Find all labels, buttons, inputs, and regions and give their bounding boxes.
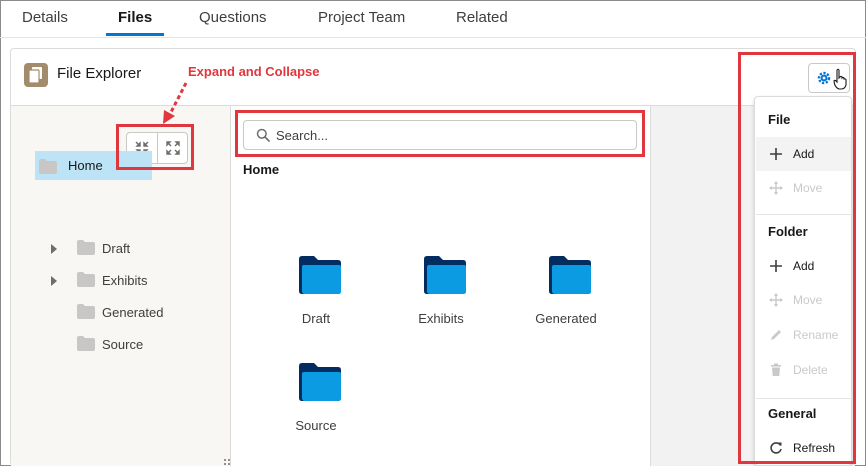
tree-item-exhibits[interactable]: Exhibits — [102, 273, 148, 288]
folder-tile-label: Draft — [301, 311, 331, 326]
folder-tile-label: Exhibits — [418, 311, 464, 326]
folder-icon — [77, 304, 95, 319]
folder-tile-label: Generated — [535, 311, 597, 326]
annotation-label: Expand and Collapse — [188, 64, 320, 79]
tab-questions[interactable]: Questions — [199, 9, 267, 26]
folder-tile-exhibits[interactable]: Exhibits — [391, 256, 491, 336]
tab-project-team[interactable]: Project Team — [318, 9, 405, 26]
tree-item-draft[interactable]: Draft — [102, 241, 130, 256]
folder-icon — [299, 363, 341, 401]
file-explorer-icon — [24, 63, 48, 87]
file-browser-panel: Home Draft Exhibits Generated — [231, 106, 651, 466]
annotation-highlight-menu — [738, 52, 856, 464]
folder-icon — [299, 256, 341, 294]
resize-handle-icon[interactable] — [223, 458, 231, 466]
folder-icon — [77, 336, 95, 351]
folder-tile-draft[interactable]: Draft — [266, 256, 366, 336]
expand-caret-icon[interactable] — [51, 276, 57, 286]
tab-bar: Details Files Questions Project Team Rel… — [0, 0, 866, 38]
tab-details[interactable]: Details — [22, 9, 68, 26]
annotation-highlight-expand-collapse — [116, 124, 194, 170]
annotation-arrow-icon — [163, 82, 188, 124]
folder-icon — [77, 272, 95, 287]
active-tab-indicator — [106, 33, 164, 36]
folder-icon — [549, 256, 591, 294]
card-header: File Explorer — [11, 49, 855, 106]
folder-icon — [77, 240, 95, 255]
folder-icon — [39, 159, 57, 174]
tree-item-source[interactable]: Source — [102, 337, 143, 352]
folder-icon — [424, 256, 466, 294]
folder-tile-label: Source — [295, 418, 337, 433]
annotation-highlight-search — [235, 110, 645, 157]
tree-item-label: Home — [68, 158, 103, 173]
folder-tile-source[interactable]: Source — [266, 363, 366, 443]
card-title: File Explorer — [57, 65, 142, 82]
expand-caret-icon[interactable] — [51, 244, 57, 254]
folder-tile-generated[interactable]: Generated — [516, 256, 616, 336]
tree-item-generated[interactable]: Generated — [102, 305, 163, 320]
tab-related[interactable]: Related — [456, 9, 508, 26]
tab-files[interactable]: Files — [118, 9, 152, 26]
current-path: Home — [243, 162, 280, 177]
